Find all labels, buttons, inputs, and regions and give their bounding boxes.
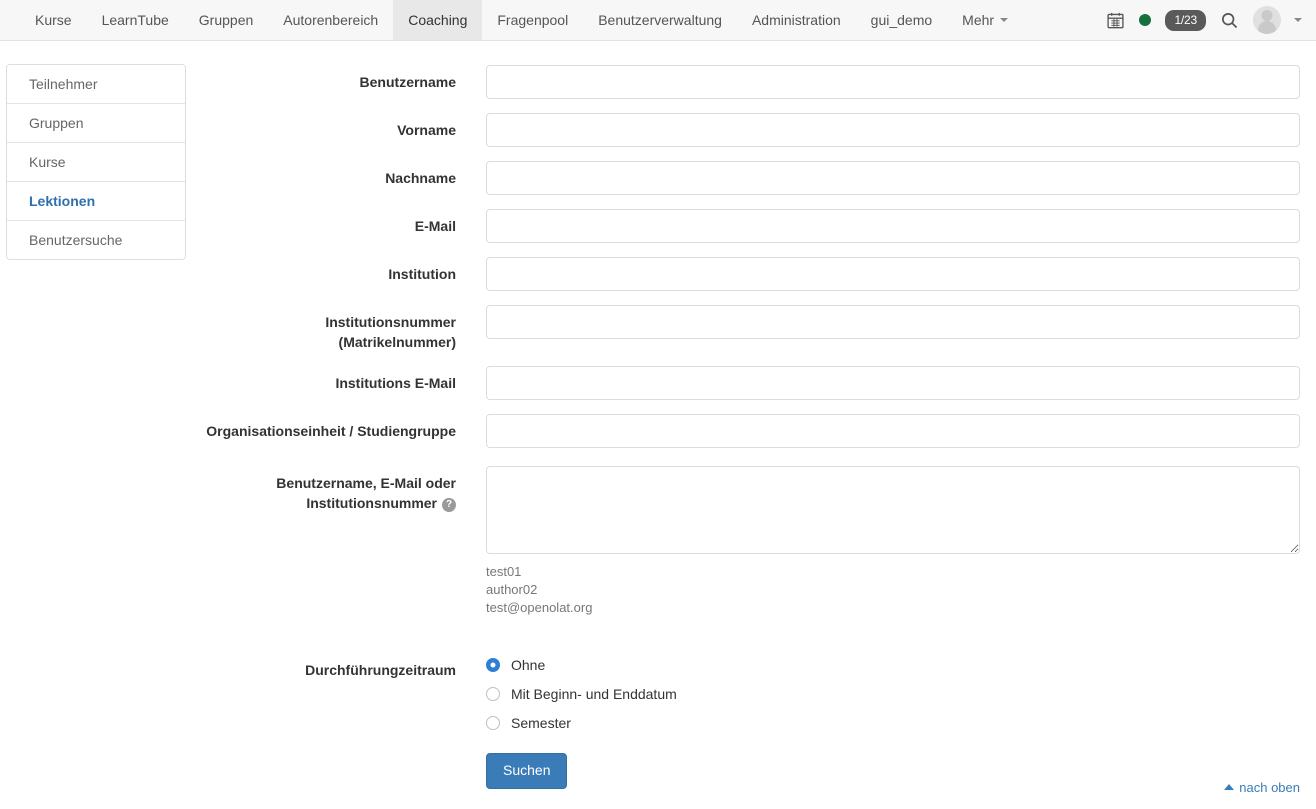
user-menu[interactable]	[1253, 6, 1302, 34]
help-line: test01	[486, 563, 1300, 581]
chevron-down-icon	[1294, 18, 1302, 22]
field-label: E-Mail	[186, 209, 456, 237]
status-online-dot[interactable]	[1139, 14, 1151, 26]
institution-input[interactable]	[486, 257, 1300, 291]
back-to-top-link[interactable]: nach oben	[1224, 780, 1300, 795]
field-row-institution: Institution	[186, 257, 1316, 291]
radio-label: Semester	[511, 715, 571, 731]
benutzername-input[interactable]	[486, 65, 1300, 99]
radio-option-semester[interactable]: Semester	[486, 715, 1300, 731]
radio-mark-icon	[486, 658, 500, 672]
nav-item-learntube[interactable]: LearnTube	[87, 0, 184, 40]
help-line: author02	[486, 581, 1300, 599]
back-to-top-label: nach oben	[1239, 780, 1300, 795]
radio-option-ohne[interactable]: Ohne	[486, 657, 1300, 673]
nav-item-administration[interactable]: Administration	[737, 0, 856, 40]
field-row-nachname: Nachname	[186, 161, 1316, 195]
page-body: Teilnehmer Gruppen Kurse Lektionen Benut…	[0, 41, 1316, 803]
nav-item-mehr[interactable]: Mehr	[947, 0, 1023, 40]
institutions-email-input[interactable]	[486, 366, 1300, 400]
sidebar-item-label: Teilnehmer	[29, 76, 97, 92]
bulk-search-textarea[interactable]	[486, 466, 1300, 554]
field-row-institutions-email: Institutions E-Mail	[186, 366, 1316, 400]
navbar-items: Kurse LearnTube Gruppen Autorenbereich C…	[0, 0, 1023, 40]
field-label: Benutzername	[186, 65, 456, 93]
nav-item-label: LearnTube	[102, 12, 169, 28]
nav-item-label: Benutzerverwaltung	[598, 12, 722, 28]
suchen-button[interactable]: Suchen	[486, 753, 567, 789]
field-label: Benutzername, E-Mail oder Institutionsnu…	[186, 466, 456, 513]
notification-count-badge[interactable]: 1/23	[1165, 10, 1206, 31]
nav-item-benutzerverwaltung[interactable]: Benutzerverwaltung	[583, 0, 737, 40]
field-label-line2: Institutionsnummer	[306, 495, 437, 511]
navbar-tools: 1/23	[1106, 0, 1302, 40]
nav-item-label: Gruppen	[199, 12, 253, 28]
nav-item-autorenbereich[interactable]: Autorenbereich	[268, 0, 393, 40]
field-row-email: E-Mail	[186, 209, 1316, 243]
field-row-vorname: Vorname	[186, 113, 1316, 147]
sidebar-menu: Teilnehmer Gruppen Kurse Lektionen Benut…	[6, 64, 186, 260]
help-line: test@openolat.org	[486, 599, 1300, 617]
field-row-bulk-search: Benutzername, E-Mail oder Institutionsnu…	[186, 466, 1316, 617]
sidebar-item-lektionen[interactable]: Lektionen	[7, 182, 185, 221]
submit-spacer	[186, 753, 456, 761]
field-row-benutzername: Benutzername	[186, 65, 1316, 99]
radio-label: Ohne	[511, 657, 545, 673]
sidebar-item-label: Benutzersuche	[29, 232, 122, 248]
nav-item-coaching[interactable]: Coaching	[393, 0, 482, 40]
field-label: Institutions E-Mail	[186, 366, 456, 394]
nav-item-label: Mehr	[962, 12, 994, 28]
avatar	[1253, 6, 1281, 34]
help-circle-icon[interactable]: ?	[442, 498, 456, 512]
chevron-down-icon	[1000, 18, 1008, 22]
sidebar-item-label: Lektionen	[29, 193, 95, 209]
field-label-line2-wrap: Institutionsnummer?	[186, 494, 456, 514]
sidebar-item-benutzersuche[interactable]: Benutzersuche	[7, 221, 185, 259]
calendar-icon[interactable]	[1106, 11, 1125, 30]
sidebar-item-kurse[interactable]: Kurse	[7, 143, 185, 182]
nav-item-gruppen[interactable]: Gruppen	[184, 0, 268, 40]
field-label: Institutionsnummer (Matrikelnummer)	[186, 305, 456, 352]
radio-option-mit-beginn-und-enddatum[interactable]: Mit Beginn- und Enddatum	[486, 686, 1300, 702]
bulk-search-help-text: test01 author02 test@openolat.org	[486, 563, 1300, 617]
field-label-line2: (Matrikelnummer)	[186, 333, 456, 353]
nav-item-label: Administration	[752, 12, 841, 28]
nav-item-label: Coaching	[408, 12, 467, 28]
radio-label: Mit Beginn- und Enddatum	[511, 686, 677, 702]
field-row-organisationseinheit: Organisationseinheit / Studiengruppe	[186, 414, 1316, 448]
nav-item-fragenpool[interactable]: Fragenpool	[482, 0, 583, 40]
field-label-line1: Benutzername, E-Mail oder	[186, 474, 456, 494]
email-input[interactable]	[486, 209, 1300, 243]
organisationseinheit-input[interactable]	[486, 414, 1300, 448]
nav-item-kurse[interactable]: Kurse	[20, 0, 87, 40]
field-row-durchfuehrungzeitraum: Durchführungzeitraum Ohne Mit Beginn- un…	[186, 653, 1316, 731]
field-row-institutionsnummer: Institutionsnummer (Matrikelnummer)	[186, 305, 1316, 352]
nav-item-label: Kurse	[35, 12, 72, 28]
nachname-input[interactable]	[486, 161, 1300, 195]
sidebar-item-gruppen[interactable]: Gruppen	[7, 104, 185, 143]
nav-item-gui-demo[interactable]: gui_demo	[856, 0, 948, 40]
user-search-form: Benutzername Vorname Nachname E-Mail Ins	[186, 41, 1316, 803]
field-row-submit: Suchen	[186, 753, 1316, 789]
field-label-line1: Institutionsnummer	[186, 313, 456, 333]
institutionsnummer-input[interactable]	[486, 305, 1300, 339]
sidebar-item-label: Kurse	[29, 154, 66, 170]
field-label: Institution	[186, 257, 456, 285]
top-navbar: Kurse LearnTube Gruppen Autorenbereich C…	[0, 0, 1316, 41]
radio-mark-icon	[486, 687, 500, 701]
field-label: Organisationseinheit / Studiengruppe	[186, 414, 456, 442]
field-label: Vorname	[186, 113, 456, 141]
nav-item-label: Fragenpool	[497, 12, 568, 28]
field-label: Durchführungzeitraum	[186, 653, 456, 681]
durchfuehrungzeitraum-radio-group: Ohne Mit Beginn- und Enddatum Semester	[486, 653, 1300, 731]
nav-item-label: Autorenbereich	[283, 12, 378, 28]
field-label: Nachname	[186, 161, 456, 189]
search-icon[interactable]	[1220, 11, 1239, 30]
sidebar-item-teilnehmer[interactable]: Teilnehmer	[7, 65, 185, 104]
radio-mark-icon	[486, 716, 500, 730]
sidebar-item-label: Gruppen	[29, 115, 83, 131]
nav-item-label: gui_demo	[871, 12, 933, 28]
chevron-up-icon	[1224, 784, 1234, 790]
vorname-input[interactable]	[486, 113, 1300, 147]
